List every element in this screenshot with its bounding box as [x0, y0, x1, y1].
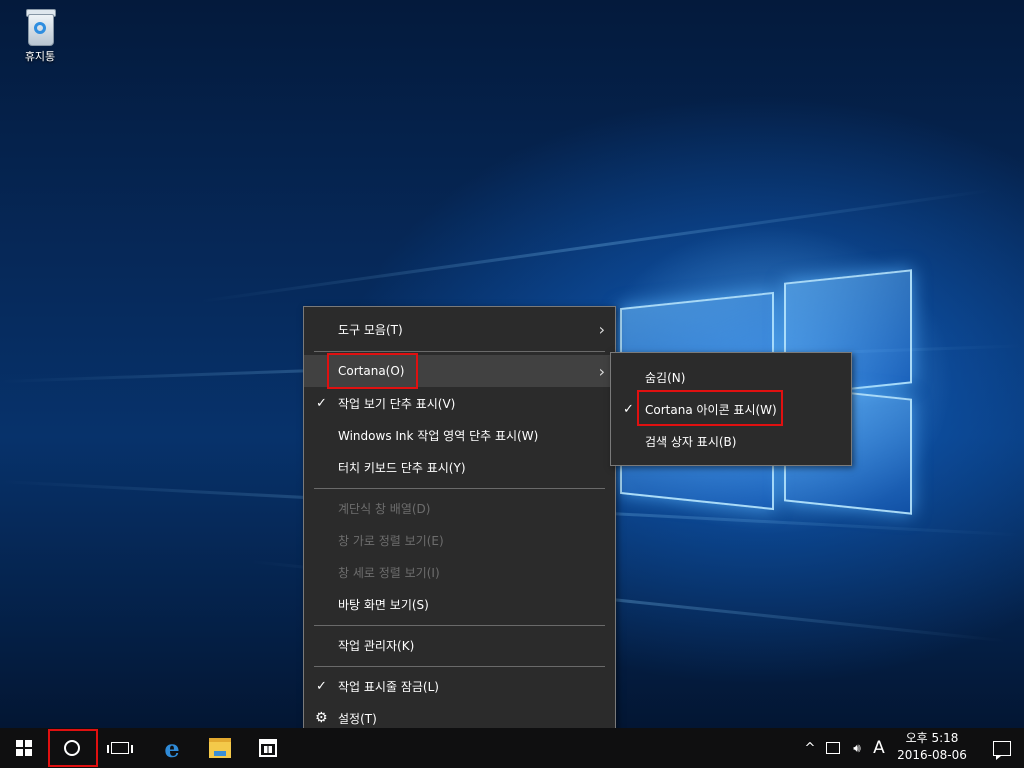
menu-item-toolbars[interactable]: 도구 모음(T) › [304, 313, 615, 345]
check-icon: ✓ [623, 401, 634, 417]
menu-separator [314, 351, 605, 352]
menu-item-windows-ink-button[interactable]: Windows Ink 작업 영역 단추 표시(W) [304, 419, 615, 451]
menu-item-cascade-windows: 계단식 창 배열(D) [338, 501, 431, 516]
menu-item-touch-keyboard-button[interactable]: 터치 키보드 단추 표시(Y) [304, 451, 615, 483]
menu-item-lock-taskbar[interactable]: ✓ 작업 표시줄 잠금(L) [304, 670, 615, 702]
menu-separator [314, 625, 605, 626]
check-icon: ✓ [316, 678, 327, 694]
highlight-box [48, 729, 98, 767]
file-explorer-button[interactable] [196, 728, 244, 768]
cortana-submenu: 숨김(N) ✓ Cortana 아이콘 표시(W) 검색 상자 표시(B) [610, 352, 852, 466]
network-button[interactable] [822, 728, 844, 768]
highlight-box [327, 353, 418, 389]
action-center-button[interactable] [980, 728, 1024, 768]
recycle-bin-shortcut[interactable]: 휴지통 [12, 6, 68, 64]
windows-icon [16, 740, 32, 756]
show-hidden-icons-button[interactable]: ^ [800, 728, 820, 768]
store-button[interactable] [244, 728, 292, 768]
check-icon: ✓ [316, 395, 327, 411]
folder-icon [209, 738, 231, 758]
taskbar: e ^ 🔊︎ A 오후 5:18 2016-08-06 [0, 728, 1024, 768]
submenu-item-show-search-box[interactable]: 검색 상자 표시(B) [611, 425, 851, 457]
start-button[interactable] [0, 728, 48, 768]
clock[interactable]: 오후 5:18 2016-08-06 [892, 730, 972, 764]
chevron-up-icon: ^ [804, 740, 816, 756]
notification-icon [993, 740, 1011, 760]
menu-separator [314, 666, 605, 667]
taskbar-context-menu: 도구 모음(T) › Cortana(O) › ✓ 작업 보기 단추 표시(V)… [303, 306, 616, 744]
edge-icon: e [164, 733, 180, 763]
volume-button[interactable]: 🔊︎ [846, 728, 868, 768]
menu-item-task-manager[interactable]: 작업 관리자(K) [304, 629, 615, 661]
ime-indicator-label: A [873, 738, 885, 758]
chevron-right-icon: › [598, 319, 605, 339]
volume-icon: 🔊︎ [853, 740, 861, 755]
gear-icon: ⚙ [315, 710, 328, 726]
recycle-bin-label: 휴지통 [24, 50, 56, 63]
input-indicator[interactable]: A [868, 728, 890, 768]
menu-item-task-view-button[interactable]: ✓ 작업 보기 단추 표시(V) [304, 387, 615, 419]
recycle-bin-icon [24, 6, 56, 46]
menu-item-show-windows-side-by-side: 창 세로 정렬 보기(I) [338, 565, 440, 580]
task-view-icon [107, 742, 133, 754]
menu-item-show-windows-stacked: 창 가로 정렬 보기(E) [338, 533, 444, 548]
highlight-box [637, 390, 783, 426]
clock-date: 2016-08-06 [897, 748, 967, 762]
submenu-item-hidden[interactable]: 숨김(N) [611, 361, 851, 393]
network-icon [826, 742, 840, 754]
task-view-button[interactable] [96, 728, 144, 768]
menu-separator [314, 488, 605, 489]
edge-button[interactable]: e [148, 728, 196, 768]
chevron-right-icon: › [598, 361, 605, 381]
menu-item-show-desktop[interactable]: 바탕 화면 보기(S) [304, 588, 615, 620]
store-icon [259, 739, 277, 757]
clock-time: 오후 5:18 [905, 731, 959, 745]
